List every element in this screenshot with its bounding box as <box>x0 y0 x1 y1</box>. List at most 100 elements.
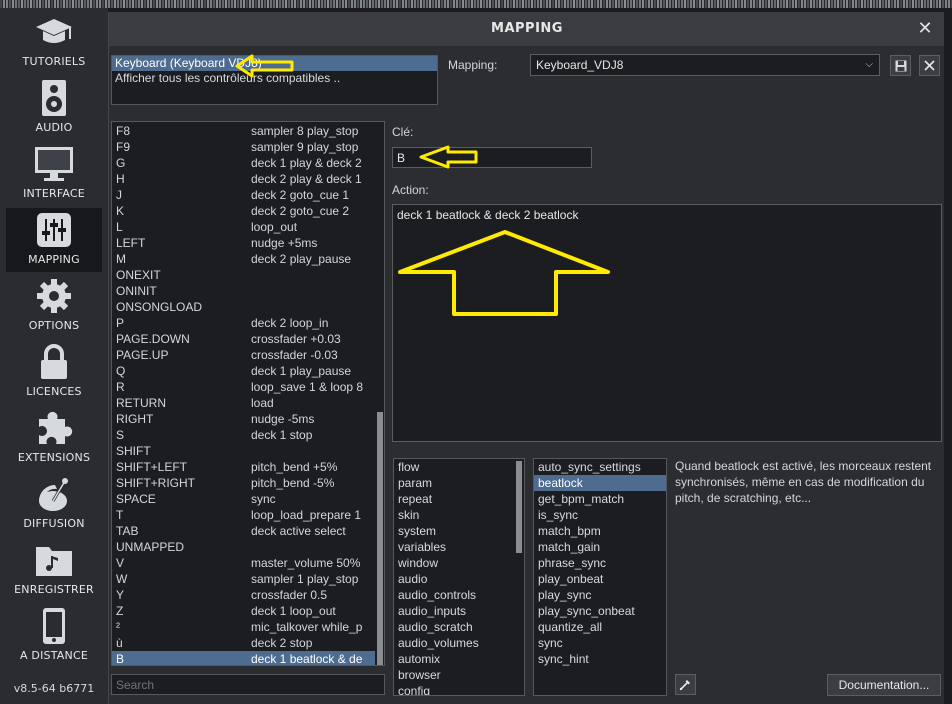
key-row[interactable]: Jdeck 2 goto_cue 1 <box>112 187 384 203</box>
key-row[interactable]: Wsampler 1 play_stop <box>112 571 384 587</box>
controller-item[interactable]: Keyboard (Keyboard VDJ8) <box>112 56 437 71</box>
controller-item[interactable]: Afficher tous les contrôleurs compatible… <box>112 71 437 86</box>
key-row[interactable]: Hdeck 2 play & deck 1 <box>112 171 384 187</box>
category-item[interactable]: automix <box>394 651 524 667</box>
key-row[interactable]: SHIFT <box>112 443 384 459</box>
action-textarea[interactable]: deck 1 beatlock & deck 2 beatlock <box>392 204 942 442</box>
key-row[interactable]: Zdeck 1 loop_out <box>112 603 384 619</box>
sidebar-item-a-distance[interactable]: A DISTANCE <box>6 604 102 668</box>
key-row[interactable]: Vmaster_volume 50% <box>112 555 384 571</box>
category-list-scrollbar[interactable] <box>514 459 524 695</box>
scrollbar-thumb[interactable] <box>377 412 383 665</box>
key-row[interactable]: PAGE.UP crossfader -0.03 <box>112 347 384 363</box>
key-row[interactable]: Rloop_save 1 & loop 8 <box>112 379 384 395</box>
key-row[interactable]: UNMAPPED <box>112 539 384 555</box>
waveform-bar <box>648 0 650 8</box>
category-list[interactable]: flow param repeat skin system variables window… <box>393 458 525 696</box>
waveform-bar <box>498 0 500 8</box>
mapping-label: Mapping: <box>448 58 498 72</box>
controller-list[interactable]: Keyboard (Keyboard VDJ8) Afficher tous l… <box>111 55 438 105</box>
key-row[interactable]: Mdeck 2 play_pause <box>112 251 384 267</box>
key-row[interactable]: Qdeck 1 play_pause <box>112 363 384 379</box>
category-item[interactable]: variables <box>394 539 524 555</box>
key-row[interactable]: Lloop_out <box>112 219 384 235</box>
sidebar-item-options[interactable]: OPTIONS <box>6 274 102 338</box>
key-list-scrollbar[interactable] <box>375 122 384 665</box>
key-row[interactable]: Ycrossfader 0.5 <box>112 587 384 603</box>
waveform-bar <box>918 0 920 8</box>
documentation-button[interactable]: Documentation... <box>827 674 941 696</box>
eyedropper-button[interactable] <box>675 674 696 695</box>
scrollbar-thumb[interactable] <box>516 461 522 553</box>
search-input[interactable] <box>111 674 385 695</box>
key-row[interactable]: ONINIT <box>112 283 384 299</box>
verb-list[interactable]: auto_sync_settings beatlock get_bpm_match i… <box>533 458 667 696</box>
sidebar-item-extensions[interactable]: EXTENSIONS <box>6 406 102 470</box>
key-row[interactable]: Sdeck 1 stop <box>112 427 384 443</box>
verb-item[interactable]: auto_sync_settings <box>534 459 666 475</box>
key-mapping-list[interactable]: F8 sampler 8 play_stop F9 sampler 9 play_st… <box>111 121 385 666</box>
key-row[interactable]: SHIFT+LEFT pitch_bend +5% <box>112 459 384 475</box>
verb-item[interactable]: sync_hint <box>534 651 666 667</box>
key-row[interactable]: F8 sampler 8 play_stop <box>112 123 384 139</box>
save-button[interactable] <box>890 55 911 76</box>
key-row[interactable]: LEFT nudge +5ms <box>112 235 384 251</box>
category-item[interactable]: window <box>394 555 524 571</box>
key-row[interactable]: RIGHT nudge -5ms <box>112 411 384 427</box>
close-icon[interactable]: ✕ <box>915 19 935 39</box>
sidebar-item-diffusion[interactable]: DIFFUSION <box>6 472 102 536</box>
key-row[interactable]: SHIFT+RIGHT pitch_bend -5% <box>112 475 384 491</box>
key-row[interactable]: Tloop_load_prepare 1 <box>112 507 384 523</box>
sidebar-item-tutoriels[interactable]: TUTORIELS <box>6 10 102 74</box>
key-row[interactable]: ù deck 2 stop <box>112 635 384 651</box>
key-row[interactable]: Gdeck 1 play & deck 2 <box>112 155 384 171</box>
category-item[interactable]: flow <box>394 459 524 475</box>
verb-item[interactable]: play_sync_onbeat <box>534 603 666 619</box>
verb-item[interactable]: get_bpm_match <box>534 491 666 507</box>
category-item[interactable]: audio_volumes <box>394 635 524 651</box>
key-row[interactable]: Pdeck 2 loop_in <box>112 315 384 331</box>
category-item[interactable]: audio_scratch <box>394 619 524 635</box>
verb-item[interactable]: phrase_sync <box>534 555 666 571</box>
mapping-select[interactable]: Keyboard_VDJ8 ⌵ <box>530 54 880 76</box>
verb-item[interactable]: sync <box>534 635 666 651</box>
key-name: L <box>116 220 123 234</box>
waveform-bar <box>294 0 296 8</box>
verb-item[interactable]: play_sync <box>534 587 666 603</box>
key-field[interactable] <box>392 147 592 168</box>
key-row[interactable]: ² mic_talkover while_p <box>112 619 384 635</box>
key-row[interactable]: ONEXIT <box>112 267 384 283</box>
key-row[interactable]: TAB deck active select <box>112 523 384 539</box>
key-row[interactable]: PAGE.DOWN crossfader +0.03 <box>112 331 384 347</box>
sidebar-item-interface[interactable]: INTERFACE <box>6 142 102 206</box>
category-item[interactable]: config <box>394 683 524 695</box>
verb-item[interactable]: beatlock <box>534 475 666 491</box>
waveform-bar <box>120 0 122 8</box>
verb-item[interactable]: play_onbeat <box>534 571 666 587</box>
key-row[interactable]: Kdeck 2 goto_cue 2 <box>112 203 384 219</box>
sidebar-item-licences[interactable]: LICENCES <box>6 340 102 404</box>
key-row[interactable]: F9 sampler 9 play_stop <box>112 139 384 155</box>
waveform-bar <box>468 0 470 8</box>
verb-item[interactable]: quantize_all <box>534 619 666 635</box>
sidebar-item-enregistrer[interactable]: ENREGISTRER <box>6 538 102 602</box>
category-item[interactable]: repeat <box>394 491 524 507</box>
sidebar-item-audio[interactable]: AUDIO <box>6 76 102 140</box>
category-item[interactable]: system <box>394 523 524 539</box>
delete-mapping-button[interactable] <box>919 55 940 76</box>
key-row[interactable]: RETURN load <box>112 395 384 411</box>
key-row[interactable]: Bdeck 1 beatlock & de <box>112 651 384 665</box>
category-item[interactable]: param <box>394 475 524 491</box>
key-row[interactable]: ONSONGLOAD <box>112 299 384 315</box>
key-row[interactable]: SPACE sync <box>112 491 384 507</box>
category-item[interactable]: audio_controls <box>394 587 524 603</box>
category-item[interactable]: audio <box>394 571 524 587</box>
key-action: deck 2 goto_cue 1 <box>251 188 350 202</box>
verb-item[interactable]: is_sync <box>534 507 666 523</box>
verb-item[interactable]: match_gain <box>534 539 666 555</box>
category-item[interactable]: skin <box>394 507 524 523</box>
sidebar-item-mapping[interactable]: MAPPING <box>6 208 102 272</box>
verb-item[interactable]: match_bpm <box>534 523 666 539</box>
category-item[interactable]: audio_inputs <box>394 603 524 619</box>
category-item[interactable]: browser <box>394 667 524 683</box>
